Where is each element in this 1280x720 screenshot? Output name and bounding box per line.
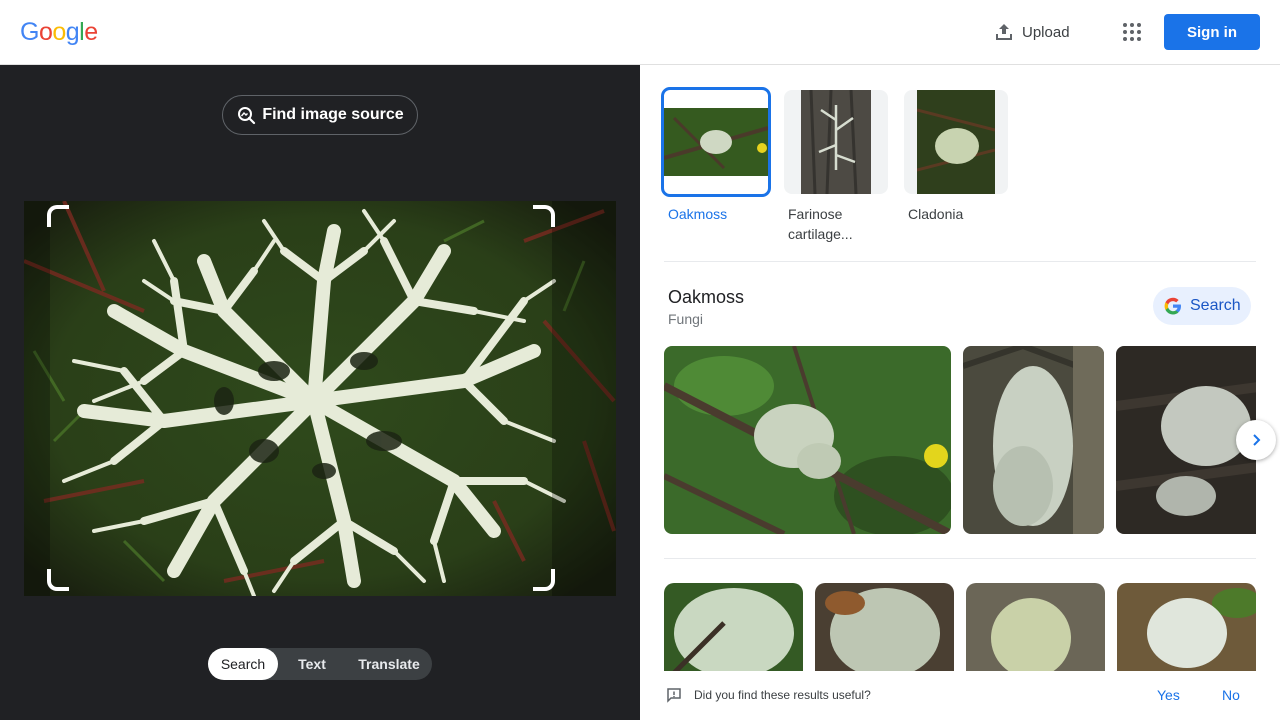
chip-label: Farinose cartilage... (788, 206, 853, 242)
chip-thumbnail (661, 87, 771, 197)
carousel-image[interactable] (1116, 346, 1256, 534)
mode-search-tab[interactable]: Search (208, 648, 278, 680)
feedback-yes-button[interactable]: Yes (1157, 687, 1180, 703)
carousel-next-button[interactable] (1236, 420, 1276, 460)
crop-shade-right (552, 201, 616, 596)
results-panel: Oakmoss Farinose cartilage... Cladonia O… (640, 65, 1280, 720)
entity-title: Oakmoss (668, 287, 745, 307)
google-logo[interactable]: Google (20, 18, 98, 47)
crop-handle-bottom-left[interactable] (47, 569, 69, 591)
mode-translate-tab[interactable]: Translate (346, 648, 432, 680)
entity-search-label: Search (1190, 297, 1241, 314)
image-search-icon (238, 107, 256, 125)
visual-match-image[interactable] (664, 583, 803, 671)
carousel-image[interactable] (963, 346, 1104, 534)
lichen-photo (24, 201, 616, 596)
entity-search-button[interactable]: Search (1153, 287, 1251, 325)
chevron-right-icon (1253, 434, 1261, 446)
apps-grid-icon[interactable] (1116, 16, 1148, 48)
lens-mode-switcher: Search Text Translate (208, 648, 432, 680)
entity-chip-oakmoss[interactable]: Oakmoss (661, 87, 772, 260)
crop-handle-bottom-right[interactable] (533, 569, 555, 591)
visual-match-image[interactable] (966, 583, 1105, 671)
feedback-icon (667, 688, 681, 703)
chip-label: Cladonia (908, 206, 964, 222)
upload-icon (996, 24, 1012, 40)
entity-chips: Oakmoss Farinose cartilage... Cladonia (661, 87, 1012, 260)
visual-match-image[interactable] (815, 583, 954, 671)
sign-in-button[interactable]: Sign in (1164, 14, 1260, 50)
logo-letter: G (20, 18, 39, 46)
crop-shade-left (24, 201, 50, 596)
crop-handle-top-left[interactable] (47, 205, 69, 227)
divider (664, 558, 1256, 559)
visual-match-image[interactable] (1117, 583, 1256, 671)
find-source-label: Find image source (262, 106, 404, 123)
crop-handle-top-right[interactable] (533, 205, 555, 227)
logo-letter: o (38, 18, 53, 46)
visual-matches-grid (664, 583, 1256, 671)
divider (664, 261, 1256, 262)
logo-letter: o (52, 18, 66, 46)
entity-image-carousel (664, 346, 1256, 534)
carousel-image[interactable] (664, 346, 951, 534)
feedback-bar: Did you find these results useful? Yes N… (640, 671, 1280, 720)
entity-chip-cladonia[interactable]: Cladonia (904, 90, 1012, 260)
chip-thumbnail (904, 90, 1008, 194)
find-image-source-button[interactable]: Find image source (222, 95, 418, 135)
lens-image-panel: Find image source Search Text Translate (0, 65, 640, 720)
upload-label: Upload (1022, 23, 1070, 41)
logo-letter: g (65, 18, 80, 46)
mode-text-tab[interactable]: Text (278, 648, 346, 680)
logo-letter: e (84, 18, 98, 46)
feedback-question: Did you find these results useful? (694, 688, 871, 702)
upload-button[interactable]: Upload (984, 14, 1080, 50)
entity-chip-farinose[interactable]: Farinose cartilage... (784, 90, 892, 260)
google-g-icon (1164, 297, 1181, 315)
feedback-no-button[interactable]: No (1222, 687, 1240, 703)
entity-subtitle: Fungi (668, 311, 704, 327)
chip-thumbnail (784, 90, 888, 194)
query-image[interactable] (24, 201, 616, 596)
top-bar: Google Upload Sign in (0, 0, 1280, 65)
chip-label: Oakmoss (668, 206, 728, 222)
